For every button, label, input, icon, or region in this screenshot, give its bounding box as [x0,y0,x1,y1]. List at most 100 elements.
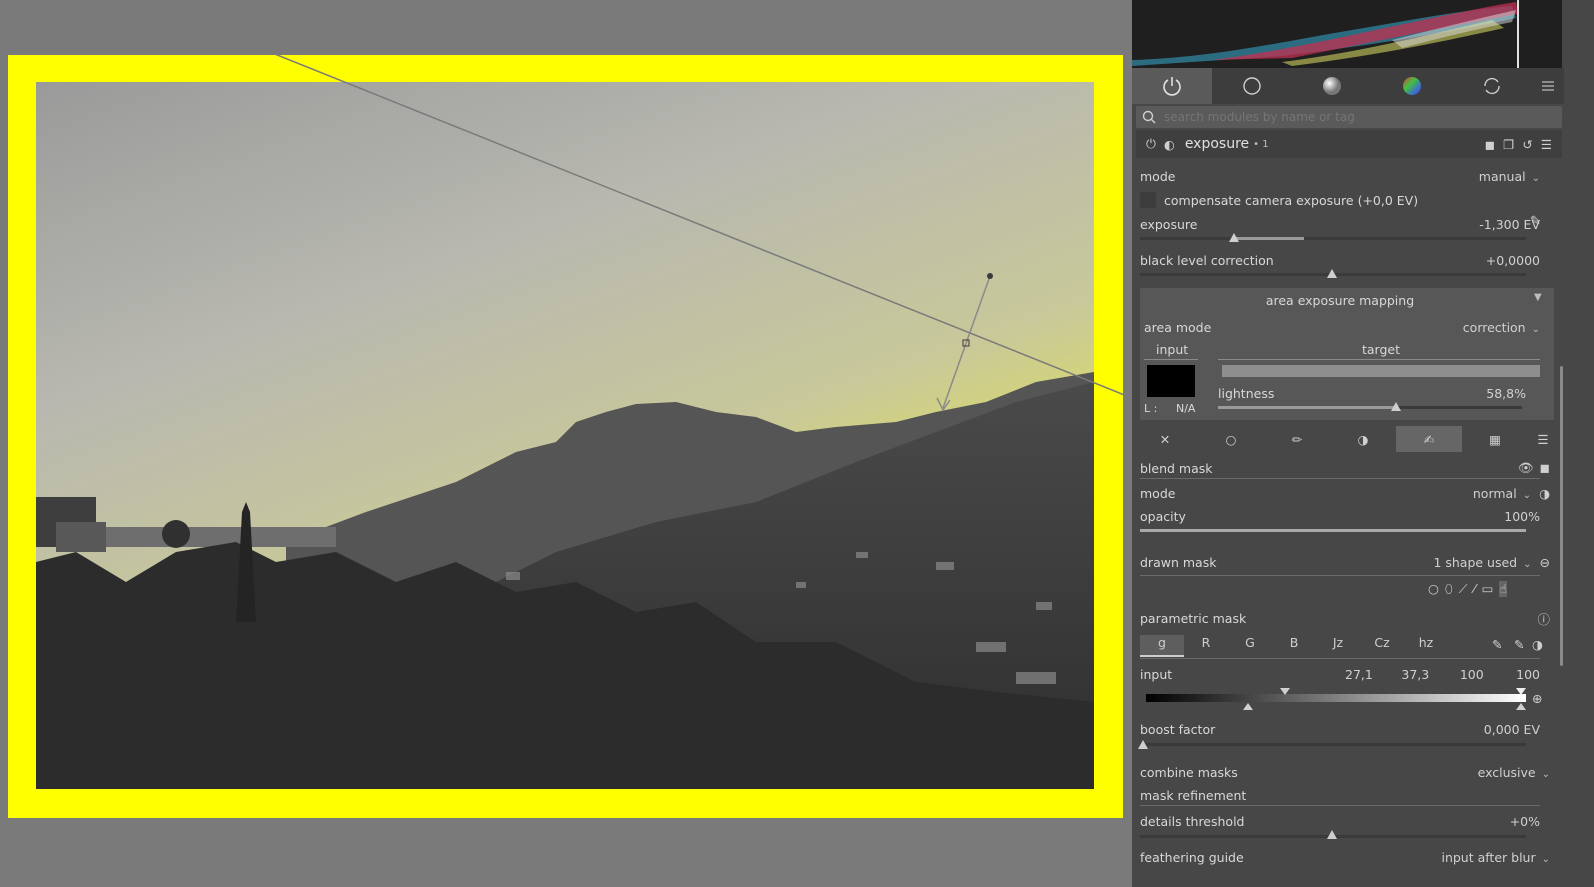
gradient-shape-icon[interactable]: ▭ [1482,581,1494,597]
mask-display-icon[interactable]: ◼ [1540,460,1550,475]
image-canvas[interactable] [0,0,1132,887]
compensate-row[interactable]: compensate camera exposure (+0,0 EV) [1140,190,1540,210]
blend-mask-label: blend mask [1140,460,1213,476]
collapse-triangle-icon[interactable]: ▼ [1534,292,1542,303]
reverse-icon[interactable]: ◑ [1539,486,1550,501]
channel-tab-Cz[interactable]: Cz [1360,635,1404,657]
target-color-swatch[interactable] [1222,365,1540,377]
rotate-handle[interactable] [987,273,993,279]
range-upper-marker-right[interactable] [1516,688,1526,695]
raster-mask-tab[interactable]: ▦ [1462,426,1528,452]
boost-factor-row[interactable]: boost factor 0,000 EV [1140,719,1540,739]
opacity-slider[interactable] [1140,529,1526,532]
ellipse-shape-icon[interactable]: ⬯ [1445,581,1453,597]
histogram[interactable] [1132,0,1562,68]
tab-presets-menu[interactable] [1532,68,1564,104]
tab-base-modules[interactable] [1212,68,1292,104]
picker-icon[interactable]: ✎ [1530,214,1541,229]
compensate-checkbox[interactable] [1140,192,1156,208]
details-threshold-slider-thumb[interactable] [1327,830,1337,839]
drawn-parametric-tab[interactable]: ✍ [1396,426,1462,452]
invert-icon[interactable]: ◑ [1532,637,1543,652]
input-value-2: 37,3 [1401,666,1430,682]
l-value: N/A [1176,402,1196,415]
channel-tab-Jz[interactable]: Jz [1316,635,1360,657]
area-exposure-header[interactable]: area exposure mapping [1140,290,1540,310]
tab-color-modules[interactable] [1372,68,1452,104]
details-threshold-row[interactable]: details threshold +0% [1140,811,1540,831]
mask-refinement-label: mask refinement [1140,787,1247,803]
add-icon[interactable]: ⊕ [1532,691,1542,706]
channel-tabs: g R G B Jz Cz hz [1140,635,1460,657]
exposure-slider-thumb[interactable] [1229,233,1239,242]
tab-tone-modules[interactable] [1292,68,1372,104]
eye-icon[interactable]: 👁 [1518,460,1534,475]
multi-instance-icon[interactable]: ❐ [1503,137,1514,152]
opacity-row[interactable]: opacity 100% [1140,506,1540,526]
blend-menu[interactable]: ☰ [1528,426,1558,452]
mode-row[interactable]: mode manual ⌄ [1140,166,1540,186]
black-level-row[interactable]: black level correction +0,0000 [1140,250,1540,270]
channel-tab-G[interactable]: G [1228,635,1272,657]
combine-masks-row[interactable]: combine masks exclusive ⌄ [1140,762,1550,782]
channel-tab-hz[interactable]: hz [1404,635,1448,657]
uniform-blend-tab[interactable]: ○ [1198,426,1264,452]
separator [1140,805,1540,806]
mask-indicator-icon[interactable]: ◐ [1164,137,1175,152]
tab-correct-modules[interactable] [1452,68,1532,104]
blend-mode-row[interactable]: mode normal ⌄ ◑ [1140,483,1550,503]
boost-factor-slider[interactable] [1140,743,1526,746]
lightness-row[interactable]: lightness 58,8% [1218,383,1526,403]
parametric-mask-tab[interactable]: ◑ [1330,426,1396,452]
search-input[interactable] [1162,109,1546,125]
drawn-mask-tab[interactable]: ✏ [1264,426,1330,452]
module-search[interactable] [1136,106,1562,128]
mode-label: mode [1140,168,1176,184]
input-gradient-slider[interactable] [1146,694,1526,702]
exposure-slider[interactable] [1140,237,1526,240]
presets-icon[interactable]: ☰ [1541,137,1552,152]
gradient-shape-overlay[interactable] [0,0,1132,887]
range-lower-marker-right[interactable] [1516,703,1526,710]
range-lower-marker[interactable] [1243,703,1253,710]
boost-factor-slider-thumb[interactable] [1138,740,1148,749]
reset-icon[interactable]: ⓘ [1537,609,1550,628]
drawn-mask-row[interactable]: drawn mask 1 shape used ⌄ ⊖ [1140,552,1550,572]
panel-scrollbar[interactable] [1560,366,1563,666]
blend-mode-label: mode [1140,485,1176,501]
channel-tab-R[interactable]: R [1184,635,1228,657]
channel-tab-g[interactable]: g [1140,635,1184,657]
gradient-line[interactable] [139,0,1132,399]
remove-shape-icon[interactable]: ⊖ [1540,555,1550,570]
exposure-row[interactable]: exposure -1,300 EV [1140,214,1540,234]
exposure-module-header[interactable]: ⏻ ◐ exposure • 1 ◼ ❐ ↺ ☰ [1136,130,1562,158]
path-shape-icon[interactable]: ⟋ [1459,581,1468,597]
raster-icon: ▦ [1489,431,1501,447]
input-value-1: 27,1 [1345,666,1373,682]
mask-mode-icon[interactable]: ◼ [1485,137,1495,152]
input-color-swatch[interactable] [1147,365,1195,397]
power-icon[interactable]: ⏻ [1146,136,1156,152]
lightness-slider-thumb[interactable] [1391,402,1401,411]
gradient-direction-arrow[interactable] [942,275,991,409]
range-upper-marker[interactable] [1280,688,1290,695]
feathering-guide-row[interactable]: feathering guide input after blur ⌄ [1140,847,1550,867]
tab-active-modules[interactable] [1132,68,1212,104]
picker-area-icon[interactable]: ✎ [1514,637,1524,652]
brush-shape-icon[interactable]: ⁄ [1474,581,1476,597]
chevron-down-icon: ⌄ [1531,172,1540,184]
l-label: L : [1144,402,1158,415]
channel-tab-B[interactable]: B [1272,635,1316,657]
opacity-value: 100% [1504,508,1540,524]
blend-off-tab[interactable]: ✕ [1132,426,1198,452]
power-icon [1163,77,1181,96]
chevron-down-icon: ⌄ [1523,558,1532,570]
edit-shapes-icon[interactable]: ☝ [1499,581,1508,597]
reset-icon[interactable]: ↺ [1522,137,1532,152]
circle-shape-icon[interactable]: ○ [1428,581,1439,597]
feathering-guide-value: input after blur [1441,849,1536,865]
black-level-slider-thumb[interactable] [1327,269,1337,278]
picker-icon[interactable]: ✎ [1492,637,1502,652]
area-mode-row[interactable]: area mode correction ⌄ [1144,317,1540,337]
combine-masks-value: exclusive [1477,764,1536,780]
